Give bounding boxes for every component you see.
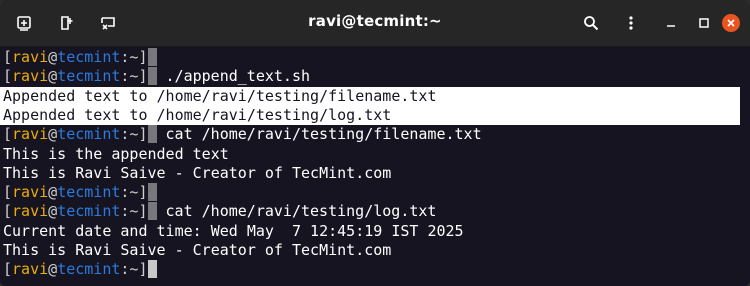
prompt-host: tecmint [57, 183, 121, 202]
prompt-user: ravi [12, 48, 49, 66]
prompt-close-bracket: ] [138, 202, 148, 221]
output-line: This is the appended text [3, 145, 229, 164]
prompt-user: ravi [12, 202, 49, 221]
prompt-cursor-mark [147, 67, 157, 86]
prompt-close-bracket: ] [138, 183, 148, 202]
command-text: cat /home/ravi/testing/filename.txt [165, 125, 482, 144]
prompt-line: [ravi@tecmint:~] [3, 48, 157, 67]
prompt-cursor-mark [147, 48, 157, 66]
prompt-path: :~ [120, 125, 139, 144]
prompt-at: @ [48, 125, 58, 144]
prompt-open-bracket: [ [3, 202, 13, 221]
prompt-open-bracket: [ [3, 67, 13, 86]
maximize-button[interactable] [690, 9, 718, 37]
prompt-cursor-mark [147, 202, 157, 221]
menu-button[interactable] [617, 9, 645, 37]
prompt-at: @ [48, 48, 58, 66]
menu-icon [629, 16, 633, 30]
output-line: Appended text to /home/ravi/testing/file… [3, 86, 437, 106]
prompt-line: [ravi@tecmint:~] [3, 260, 157, 279]
prompt-at: @ [48, 183, 58, 202]
prompt-user: ravi [12, 125, 49, 144]
output-text: Appended text to /home/ravi/testing/log.… [3, 105, 392, 124]
output-text: This is Ravi Saive - Creator of TecMint.… [3, 163, 392, 182]
prompt-close-bracket: ] [138, 48, 148, 66]
prompt-path: :~ [120, 183, 139, 202]
prompt-cursor-mark [147, 183, 157, 202]
prompt-line: [ravi@tecmint:~] ./append_text.sh [3, 67, 310, 86]
command-text: ./append_text.sh [165, 67, 311, 86]
prompt-at: @ [48, 67, 58, 86]
terminal-output[interactable]: [ravi@tecmint:~] [ravi@tecmint:~] ./appen… [0, 47, 750, 286]
close-button[interactable] [722, 14, 740, 32]
prompt-user: ravi [12, 67, 49, 86]
prompt-at: @ [48, 260, 58, 279]
text-cursor [147, 260, 157, 279]
prompt-path: :~ [120, 48, 139, 66]
prompt-open-bracket: [ [3, 48, 13, 66]
output-line: Current date and time: Wed May 7 12:45:1… [3, 222, 464, 241]
prompt-close-bracket: ] [138, 260, 148, 279]
prompt-line: [ravi@tecmint:~] cat /home/ravi/testing/… [3, 125, 482, 144]
output-line: This is Ravi Saive - Creator of TecMint.… [3, 164, 391, 183]
minimize-button[interactable] [657, 9, 685, 37]
prompt-cursor-mark [147, 125, 157, 144]
prompt-line: [ravi@tecmint:~] [3, 183, 157, 202]
output-line: This is Ravi Saive - Creator of TecMint.… [3, 241, 391, 260]
prompt-close-bracket: ] [138, 125, 148, 144]
prompt-path: :~ [120, 260, 139, 279]
prompt-open-bracket: [ [3, 260, 13, 279]
output-text: Current date and time: Wed May 7 12:45:1… [3, 221, 464, 240]
output-text: This is Ravi Saive - Creator of TecMint.… [3, 241, 392, 259]
prompt-at: @ [48, 202, 58, 221]
output-text: This is the appended text [3, 144, 229, 163]
search-button[interactable] [577, 9, 605, 37]
title-bar: ravi@tecmint:~ [0, 0, 750, 47]
prompt-host: tecmint [57, 260, 121, 279]
prompt-user: ravi [12, 260, 49, 279]
minimize-icon [667, 25, 675, 27]
prompt-open-bracket: [ [3, 183, 13, 202]
close-icon [727, 19, 735, 27]
prompt-host: tecmint [57, 125, 121, 144]
command-text: cat /home/ravi/testing/log.txt [165, 202, 437, 221]
prompt-host: tecmint [57, 202, 121, 221]
maximize-icon [699, 18, 709, 28]
prompt-host: tecmint [57, 67, 121, 86]
prompt-user: ravi [12, 183, 49, 202]
output-line: Appended text to /home/ravi/testing/log.… [3, 105, 392, 125]
prompt-path: :~ [120, 67, 139, 86]
prompt-host: tecmint [57, 48, 121, 66]
search-icon [584, 16, 599, 31]
prompt-path: :~ [120, 202, 139, 221]
prompt-close-bracket: ] [138, 67, 148, 86]
prompt-line: [ravi@tecmint:~] cat /home/ravi/testing/… [3, 202, 436, 221]
output-text: Appended text to /home/ravi/testing/file… [3, 86, 437, 105]
terminal-window: ravi@tecmint:~ [ravi@tecmint:~] [ravi@te… [0, 0, 750, 286]
prompt-open-bracket: [ [3, 125, 13, 144]
